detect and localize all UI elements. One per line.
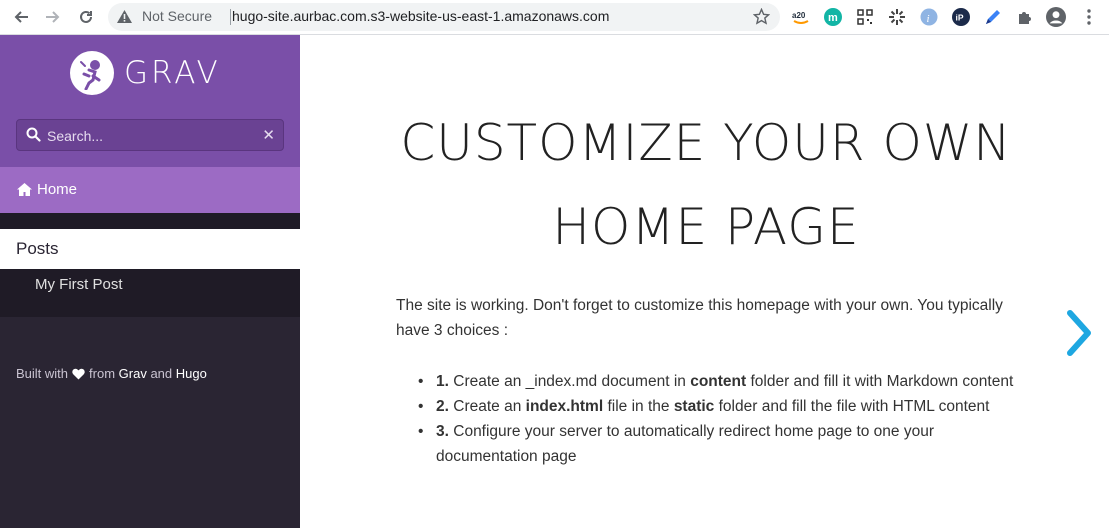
kebab-menu-icon <box>1087 9 1091 25</box>
choice-emphasis: content <box>690 373 747 390</box>
page-title-line-2: HOME PAGE <box>552 198 860 256</box>
sidebar-divider <box>0 213 300 229</box>
url-text[interactable]: hugo-site.aurbac.com.s3-website-us-east-… <box>232 8 609 24</box>
choice-text: file in the <box>603 398 674 415</box>
m-extension-icon[interactable]: m <box>823 7 843 27</box>
choice-text: Create an _index.md document in <box>453 373 691 390</box>
ip-extension-icon[interactable]: iP <box>951 7 971 27</box>
sidebar-section-posts[interactable]: Posts <box>0 229 300 269</box>
sidebar: GRAV ✕ Home Posts My First Post Built wi… <box>0 35 300 528</box>
puzzle-extensions-icon[interactable] <box>1015 7 1035 27</box>
footer-and: and <box>150 366 173 381</box>
choices-list: 1. Create an _index.md document in conte… <box>418 369 1026 469</box>
choice-number: 3. <box>436 423 449 440</box>
sidebar-item-my-first-post[interactable]: My First Post <box>35 276 123 293</box>
svg-text:i: i <box>927 13 930 25</box>
choice-text: Configure your server to automatically r… <box>436 423 934 465</box>
choice-text: folder and fill the file with HTML conte… <box>714 398 990 415</box>
address-bar[interactable]: Not Secure hugo-site.aurbac.com.s3-websi… <box>108 3 780 31</box>
search-box[interactable]: ✕ <box>16 119 284 151</box>
browser-menu-button[interactable] <box>1079 7 1099 27</box>
security-status[interactable]: Not Secure <box>142 8 212 24</box>
choice-emphasis: static <box>673 398 715 415</box>
page-title: CUSTOMIZE YOUR OWN HOME PAGE <box>396 101 1016 269</box>
forward-arrow-icon <box>46 11 60 23</box>
qr-code-extension-icon[interactable] <box>855 7 875 27</box>
profile-avatar[interactable] <box>1046 7 1066 27</box>
footer-built-with: Built with <box>16 366 69 381</box>
svg-text:a20: a20 <box>792 11 806 20</box>
clear-search-icon[interactable]: ✕ <box>262 126 275 144</box>
sidebar-header: GRAV ✕ <box>0 35 300 167</box>
reload-button[interactable] <box>73 4 99 30</box>
choice-emphasis: index.html <box>525 398 604 415</box>
info-extension-icon[interactable]: i <box>919 7 939 27</box>
sidebar-footer: Built with from Grav and Hugo <box>16 366 207 381</box>
list-item: 3. Configure your server to automaticall… <box>418 419 1026 469</box>
browser-toolbar: Not Secure hugo-site.aurbac.com.s3-websi… <box>0 0 1109 35</box>
grav-logo-mark <box>70 51 114 95</box>
home-icon <box>17 183 32 196</box>
page-title-line-1: CUSTOMIZE YOUR OWN <box>400 114 1012 172</box>
posts-list: My First Post <box>0 269 300 317</box>
list-item: 1. Create an _index.md document in conte… <box>418 369 1026 394</box>
heart-icon <box>72 368 85 379</box>
search-icon <box>26 127 41 142</box>
next-page-chevron-icon[interactable] <box>1064 309 1094 357</box>
svg-text:iP: iP <box>956 13 964 23</box>
main-content: CUSTOMIZE YOUR OWN HOME PAGE The site is… <box>300 35 1109 528</box>
choice-text: Create an <box>453 398 526 415</box>
footer-grav-link[interactable]: Grav <box>119 366 147 381</box>
search-input[interactable] <box>47 125 247 147</box>
list-item: 2. Create an index.html file in the stat… <box>418 394 1026 419</box>
grav-logo[interactable]: GRAV <box>70 51 221 95</box>
sidebar-section-posts-label: Posts <box>16 239 59 258</box>
back-button[interactable] <box>8 4 34 30</box>
footer-from: from <box>89 366 116 381</box>
reload-icon <box>80 10 92 23</box>
sidebar-item-home-label: Home <box>37 181 78 198</box>
forward-button[interactable] <box>40 4 66 30</box>
pen-extension-icon[interactable] <box>983 7 1003 27</box>
choice-number: 2. <box>436 398 449 415</box>
bookmark-star-icon[interactable] <box>753 8 770 25</box>
footer-hugo-link[interactable]: Hugo <box>176 366 207 381</box>
astronaut-icon <box>80 60 101 90</box>
intro-paragraph: The site is working. Don't forget to cus… <box>396 297 1003 339</box>
amazon-extension-icon[interactable]: a20 <box>791 7 811 27</box>
omnibox-divider <box>230 9 231 25</box>
warning-icon <box>117 10 132 23</box>
svg-text:m: m <box>828 12 838 24</box>
choice-number: 1. <box>436 373 449 390</box>
sparkle-extension-icon[interactable] <box>887 7 907 27</box>
sidebar-item-home[interactable]: Home <box>0 167 300 213</box>
choice-text: folder and fill it with Markdown content <box>746 373 1014 390</box>
grav-logo-text: GRAV <box>124 55 221 91</box>
back-arrow-icon <box>14 11 28 23</box>
